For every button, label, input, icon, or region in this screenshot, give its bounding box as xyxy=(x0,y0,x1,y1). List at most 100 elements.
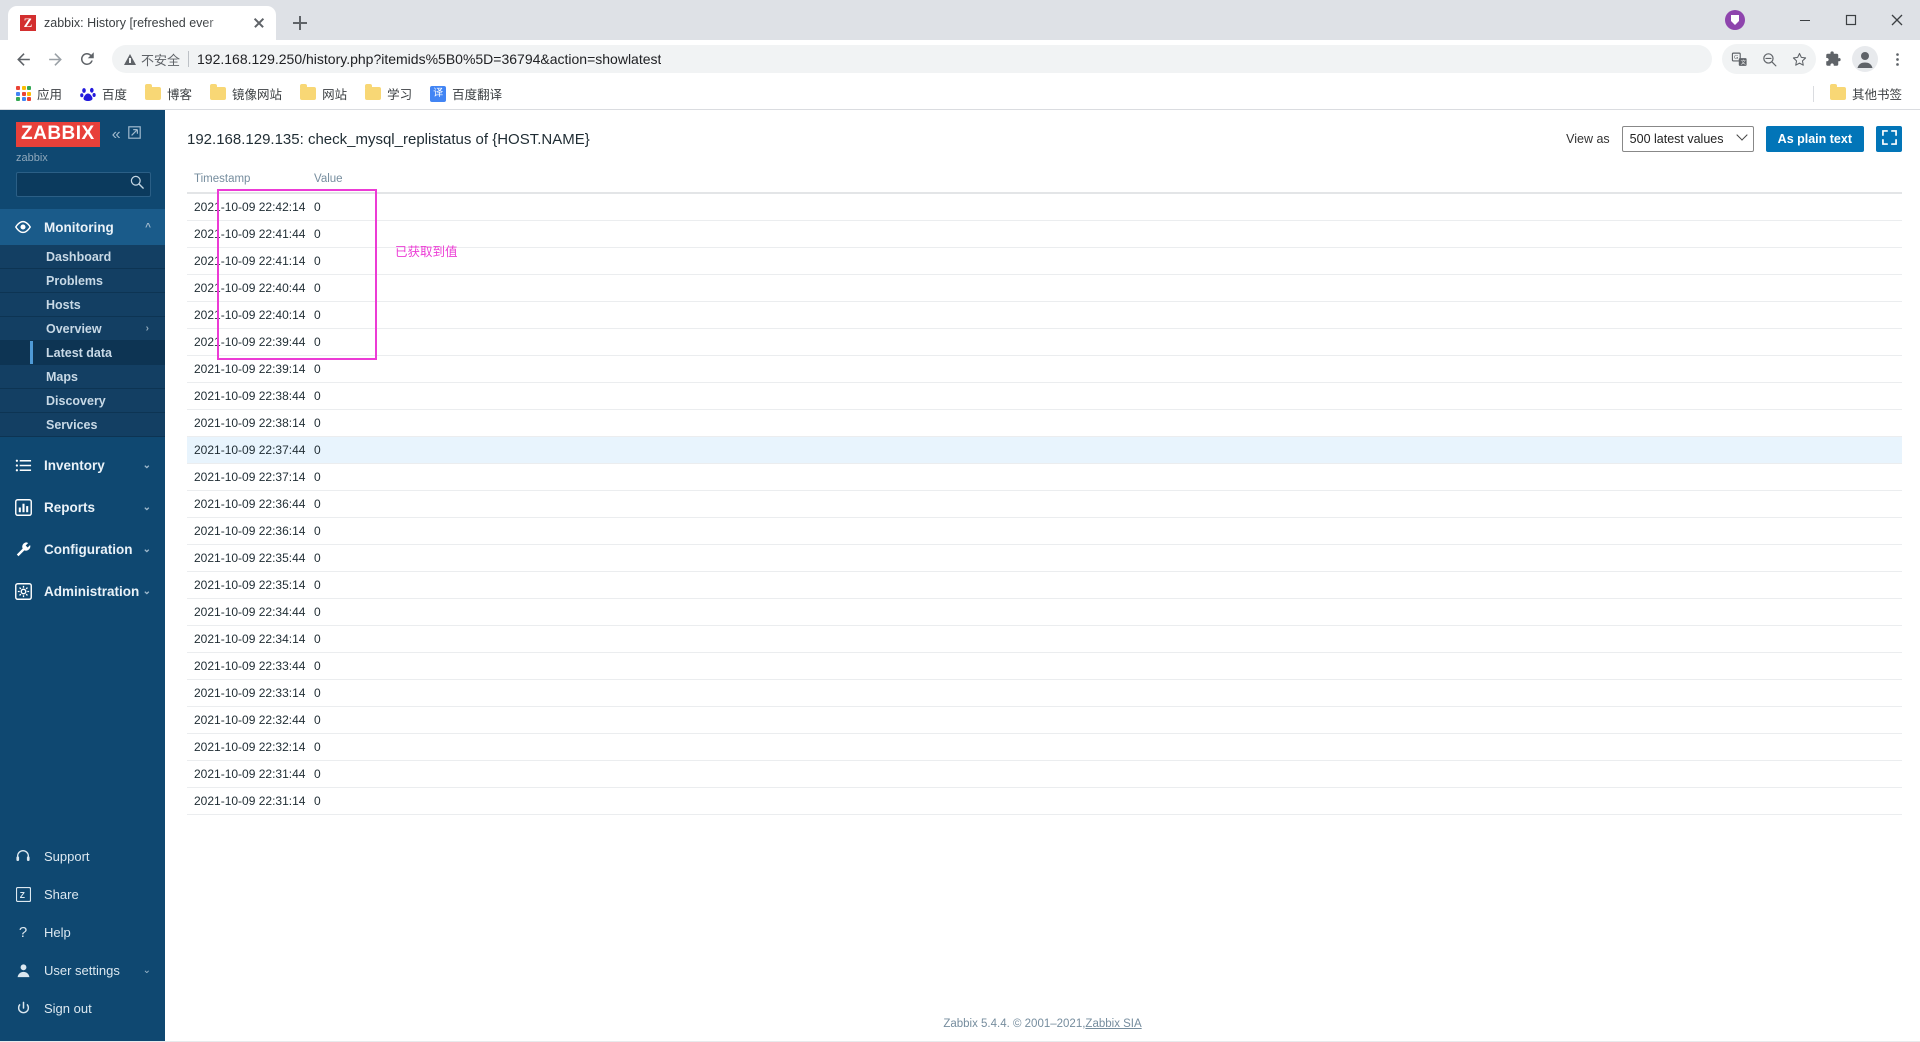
back-arrow-icon[interactable] xyxy=(8,44,38,74)
bookmark-baidu-translate[interactable]: 译 百度翻译 xyxy=(422,81,510,106)
table-row[interactable]: 2021-10-09 22:34:14 0 xyxy=(187,625,1902,653)
cell-spacer xyxy=(397,787,1902,815)
search-icon[interactable] xyxy=(130,175,144,194)
bookmark-baidu[interactable]: 百度 xyxy=(72,81,135,106)
zoom-out-icon[interactable] xyxy=(1754,44,1784,74)
sidebar-item-administration[interactable]: Administration ⌄ xyxy=(0,573,165,609)
tab-strip: Z zabbix: History [refreshed ever xyxy=(0,0,1920,40)
pop-out-icon[interactable] xyxy=(127,125,141,144)
cell-timestamp: 2021-10-09 22:34:14 xyxy=(187,625,307,653)
app-footer: Zabbix 5.4.4. © 2001–2021, Zabbix SIA xyxy=(165,1007,1920,1041)
other-bookmarks-button[interactable]: 其他书签 xyxy=(1822,81,1910,106)
sidebar-item-user-settings[interactable]: User settings ⌄ xyxy=(0,951,165,989)
extensions-icon[interactable] xyxy=(1818,44,1848,74)
shield-badge-icon[interactable] xyxy=(1725,10,1745,30)
bookmark-apps[interactable]: 应用 xyxy=(8,81,70,106)
sidebar-item-help[interactable]: ? Help xyxy=(0,913,165,951)
table-row[interactable]: 2021-10-09 22:38:44 0 xyxy=(187,382,1902,410)
table-row[interactable]: 2021-10-09 22:32:14 0 xyxy=(187,733,1902,761)
column-header-value[interactable]: Value xyxy=(307,166,397,194)
folder-icon xyxy=(365,84,382,100)
table-row[interactable]: 2021-10-09 22:32:44 0 xyxy=(187,706,1902,734)
table-row[interactable]: 2021-10-09 22:39:14 0 xyxy=(187,355,1902,383)
sidebar-item-configuration[interactable]: Configuration ⌄ xyxy=(0,531,165,567)
cell-value: 0 xyxy=(307,328,397,356)
zabbix-logo[interactable]: ZABBIX xyxy=(16,122,100,147)
sidebar-item-reports[interactable]: Reports ⌄ xyxy=(0,489,165,525)
chrome-menu-icon[interactable] xyxy=(1882,44,1912,74)
table-row[interactable]: 2021-10-09 22:34:44 0 xyxy=(187,598,1902,626)
sidebar-item-dashboard[interactable]: Dashboard xyxy=(0,245,165,269)
chevron-down-icon: ⌄ xyxy=(142,543,151,555)
bookmark-label: 百度翻译 xyxy=(452,88,503,102)
as-plain-text-button[interactable]: As plain text xyxy=(1765,126,1864,152)
column-header-timestamp[interactable]: Timestamp xyxy=(187,166,307,194)
table-row[interactable]: 2021-10-09 22:40:14 0 xyxy=(187,301,1902,329)
cell-timestamp: 2021-10-09 22:41:44 xyxy=(187,220,307,248)
not-secure-indicator[interactable]: 不安全 xyxy=(124,50,180,69)
bookmark-websites[interactable]: 网站 xyxy=(292,81,355,106)
translate-icon[interactable]: G文 xyxy=(1724,44,1754,74)
table-row[interactable]: 2021-10-09 22:31:44 0 xyxy=(187,760,1902,788)
close-window-button[interactable] xyxy=(1874,0,1920,40)
view-as-select[interactable]: 500 latest values xyxy=(1621,126,1754,152)
cell-value: 0 xyxy=(307,382,397,410)
bookmark-blog[interactable]: 博客 xyxy=(137,81,200,106)
table-row[interactable]: 2021-10-09 22:37:14 0 xyxy=(187,463,1902,491)
search-box[interactable] xyxy=(0,172,151,197)
url-text: 192.168.129.250/history.php?itemids%5B0%… xyxy=(197,51,662,67)
cell-value: 0 xyxy=(307,787,397,815)
sidebar-item-inventory[interactable]: Inventory ⌄ xyxy=(0,447,165,483)
table-row[interactable]: 2021-10-09 22:42:14 0 xyxy=(187,193,1902,221)
sidebar-item-overview[interactable]: Overview › xyxy=(0,317,165,341)
bookmark-study[interactable]: 学习 xyxy=(357,81,420,106)
address-bar[interactable]: 不安全 192.168.129.250/history.php?itemids%… xyxy=(112,45,1712,73)
table-row[interactable]: 2021-10-09 22:37:44 0 xyxy=(187,436,1902,464)
sidebar-item-discovery[interactable]: Discovery xyxy=(0,389,165,413)
sidebar-item-label: Monitoring xyxy=(44,219,114,235)
search-input[interactable] xyxy=(0,177,130,192)
close-icon[interactable] xyxy=(250,14,268,32)
maximize-button[interactable] xyxy=(1828,0,1874,40)
table-row[interactable]: 2021-10-09 22:35:14 0 xyxy=(187,571,1902,599)
reload-icon[interactable] xyxy=(72,44,102,74)
sidebar-item-services[interactable]: Services xyxy=(0,413,165,437)
zabbix-share-icon: Z xyxy=(14,885,32,903)
cell-timestamp: 2021-10-09 22:39:14 xyxy=(187,355,307,383)
sidebar-item-problems[interactable]: Problems xyxy=(0,269,165,293)
bookmark-star-icon[interactable] xyxy=(1784,44,1814,74)
bookmark-mirror-sites[interactable]: 镜像网站 xyxy=(202,81,290,106)
table-row[interactable]: 2021-10-09 22:36:44 0 xyxy=(187,490,1902,518)
sidebar-item-maps[interactable]: Maps xyxy=(0,365,165,389)
sidebar-collapse-button[interactable]: « xyxy=(112,126,121,143)
fullscreen-button[interactable] xyxy=(1876,126,1902,152)
sidebar-item-monitoring[interactable]: Monitoring ^ xyxy=(0,209,165,245)
cell-timestamp: 2021-10-09 22:41:14 xyxy=(187,247,307,275)
cell-value: 0 xyxy=(307,571,397,599)
table-row[interactable]: 2021-10-09 22:40:44 0 xyxy=(187,274,1902,302)
cell-value: 0 xyxy=(307,490,397,518)
sidebar-item-share[interactable]: Z Share xyxy=(0,875,165,913)
table-row[interactable]: 2021-10-09 22:33:14 0 xyxy=(187,679,1902,707)
cell-spacer xyxy=(397,760,1902,788)
folder-icon xyxy=(210,84,227,100)
minimize-button[interactable] xyxy=(1782,0,1828,40)
sidebar-item-hosts[interactable]: Hosts xyxy=(0,293,165,317)
table-row[interactable]: 2021-10-09 22:35:44 0 xyxy=(187,544,1902,572)
new-tab-button[interactable] xyxy=(286,9,314,37)
table-row[interactable]: 2021-10-09 22:39:44 0 xyxy=(187,328,1902,356)
table-row[interactable]: 2021-10-09 22:36:14 0 xyxy=(187,517,1902,545)
table-row[interactable]: 2021-10-09 22:38:14 0 xyxy=(187,409,1902,437)
tab-title: zabbix: History [refreshed ever xyxy=(44,16,214,30)
profile-avatar-icon[interactable] xyxy=(1850,44,1880,74)
sidebar-item-latest-data[interactable]: Latest data xyxy=(0,341,165,365)
cell-value: 0 xyxy=(307,436,397,464)
sidebar-item-sign-out[interactable]: Sign out xyxy=(0,989,165,1027)
browser-tab[interactable]: Z zabbix: History [refreshed ever xyxy=(8,6,276,40)
forward-arrow-icon[interactable] xyxy=(40,44,70,74)
footer-link[interactable]: Zabbix SIA xyxy=(1085,1018,1141,1030)
table-row[interactable]: 2021-10-09 22:31:14 0 xyxy=(187,787,1902,815)
table-row[interactable]: 2021-10-09 22:33:44 0 xyxy=(187,652,1902,680)
sidebar-item-support[interactable]: Support xyxy=(0,837,165,875)
column-header-spacer xyxy=(397,166,1902,194)
